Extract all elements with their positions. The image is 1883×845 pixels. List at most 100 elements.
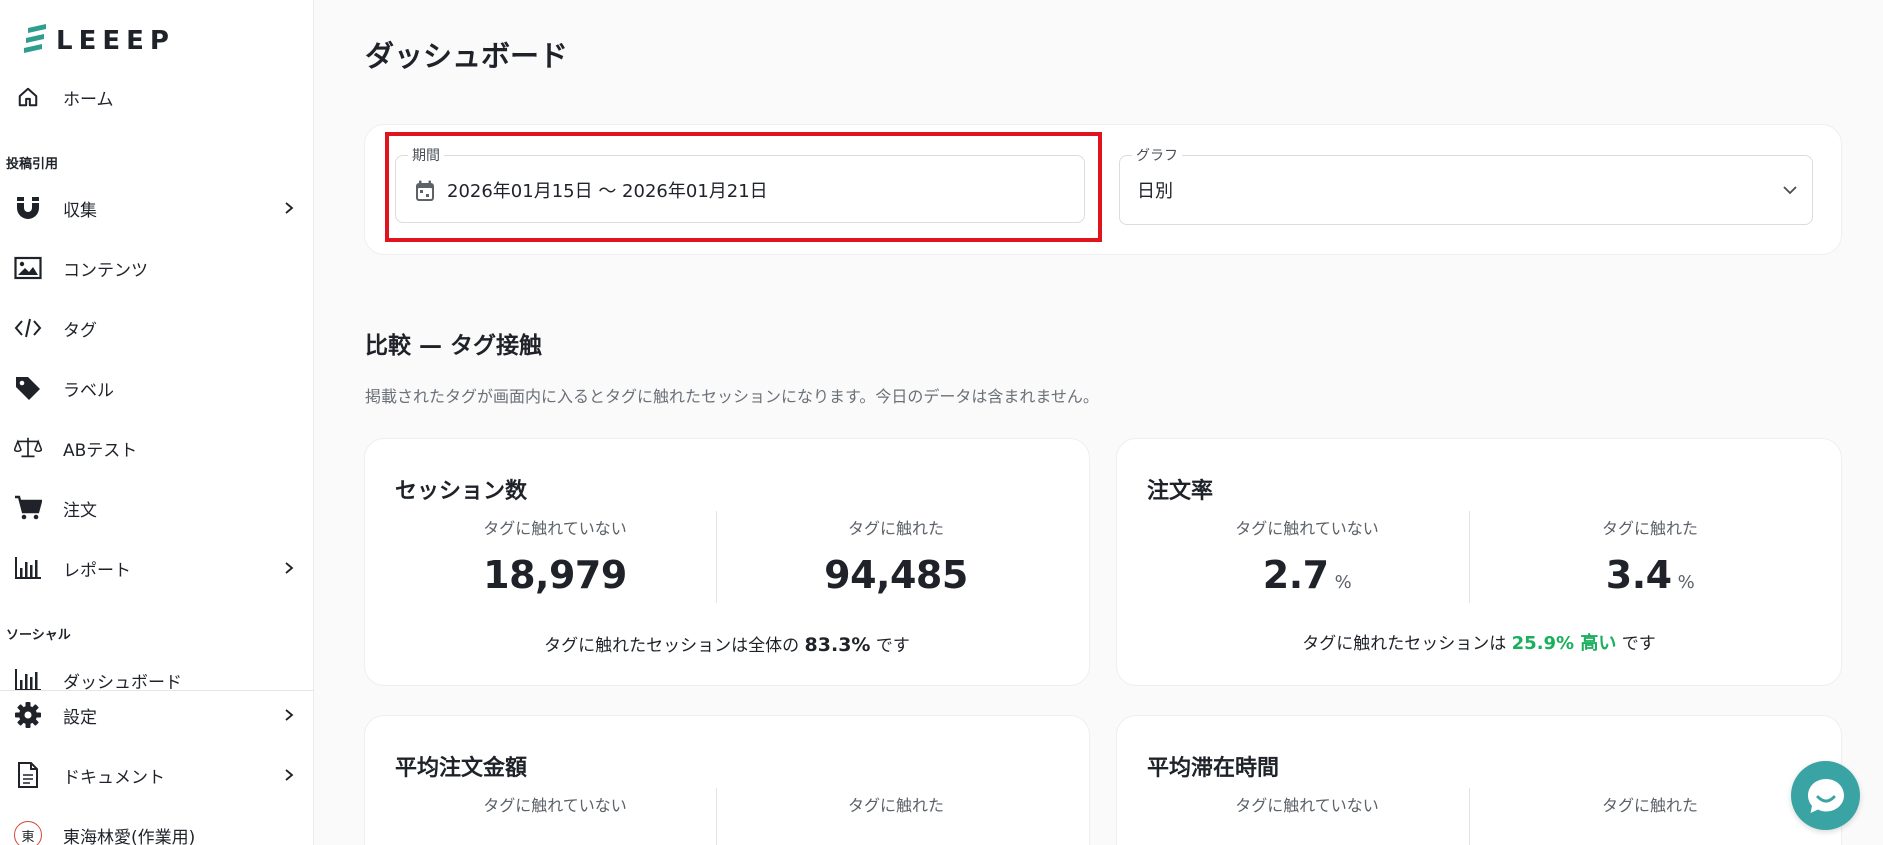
stat-value-wrap: 2.7%: [1147, 553, 1467, 597]
col-touched: タグに触れた 94,485: [736, 515, 1056, 597]
card-title: 平均注文金額: [395, 756, 528, 781]
sidebar: LEEEP ホーム 投稿引用 収集 コンテンツ タグ ラベル ABテスト 注文 …: [0, 0, 314, 845]
stat-value: 3.4: [1605, 553, 1672, 597]
col-untouched: タグに触れていない 18,979: [395, 515, 715, 597]
sidebar-item-label: ドキュメント: [63, 767, 165, 788]
card-sessions: セッション数 タグに触れていない 18,979 タグに触れた 94,485 タグ…: [364, 438, 1090, 686]
col-untouched: タグに触れていない 2.7%: [1147, 515, 1467, 597]
bar-chart-icon: [14, 666, 42, 690]
stat-value: 94,485: [824, 553, 968, 597]
logo-mark-icon: [24, 24, 46, 53]
sidebar-item-dashboard[interactable]: ダッシュボード: [0, 656, 314, 690]
col-header: タグに触れていない: [483, 796, 627, 815]
col-header: タグに触れていない: [1235, 796, 1379, 815]
col-header: タグに触れていない: [1235, 519, 1379, 538]
image-icon: [14, 254, 42, 282]
stat-value-wrap: 3.4%: [1490, 553, 1810, 597]
col-header: タグに触れた: [1601, 796, 1698, 815]
logo[interactable]: LEEEP: [24, 22, 175, 60]
sidebar-divider: [0, 690, 314, 691]
chevron-right-icon: [285, 709, 294, 721]
stat-unit: %: [1677, 572, 1695, 593]
page-title: ダッシュボード: [365, 39, 569, 73]
graph-value: 日別: [1137, 181, 1173, 202]
stat-unit: %: [1334, 572, 1352, 593]
bar-chart-icon: [14, 554, 42, 582]
cart-icon: [14, 494, 42, 522]
sidebar-item-label: 設定: [63, 707, 97, 728]
col-header: タグに触れた: [847, 796, 944, 815]
card-avg-stay: 平均滞在時間 タグに触れていない タグに触れた: [1116, 715, 1842, 845]
card-avg-order: 平均注文金額 タグに触れていない タグに触れた: [364, 715, 1090, 845]
col-untouched: タグに触れていない: [395, 792, 715, 816]
sidebar-item-label: コンテンツ: [63, 260, 148, 281]
summary-prefix: タグに触れたセッションは全体の: [544, 636, 800, 656]
sidebar-item-label: ホーム: [63, 89, 114, 110]
card-order-rate: 注文率 タグに触れていない 2.7% タグに触れた 3.4% タグに触れたセッシ…: [1116, 438, 1842, 686]
avatar: 東: [14, 821, 42, 845]
sidebar-item-labels[interactable]: ラベル: [0, 366, 314, 410]
summary-suffix: です: [1621, 634, 1656, 654]
sidebar-item-settings[interactable]: 設定: [0, 693, 314, 737]
stat-value: 18,979: [483, 553, 627, 597]
magnet-icon: [14, 194, 42, 222]
column-divider: [1469, 788, 1470, 845]
column-divider: [716, 511, 717, 603]
summary-value: 83.3%: [804, 634, 871, 656]
tag-icon: [14, 374, 42, 402]
sidebar-item-label: レポート: [63, 560, 131, 581]
chevron-right-icon: [285, 202, 294, 214]
sidebar-item-collect[interactable]: 収集: [0, 186, 314, 230]
section-label-social: ソーシャル: [6, 628, 71, 643]
section-label-posts: 投稿引用: [6, 157, 59, 172]
col-header: タグに触れた: [1601, 519, 1698, 538]
col-untouched: タグに触れていない: [1147, 792, 1467, 816]
chevron-right-icon: [285, 769, 294, 781]
summary-value: 25.9% 高い: [1511, 633, 1617, 654]
gear-icon: [14, 701, 42, 729]
sidebar-item-label: 収集: [63, 200, 97, 221]
home-icon: [14, 83, 42, 111]
card-title: 注文率: [1147, 479, 1214, 504]
graph-select[interactable]: グラフ 日別: [1119, 145, 1813, 225]
column-divider: [716, 788, 717, 845]
card-summary: タグに触れたセッションは全体の 83.3% です: [365, 631, 1089, 656]
col-touched: タグに触れた: [736, 792, 1056, 816]
chevron-down-icon: [1783, 186, 1797, 195]
sidebar-item-label: タグ: [63, 320, 97, 341]
chat-icon: [1807, 778, 1844, 813]
document-icon: [14, 761, 42, 789]
column-divider: [1469, 511, 1470, 603]
summary-prefix: タグに触れたセッションは: [1302, 634, 1507, 654]
summary-suffix: です: [875, 636, 910, 656]
sidebar-item-user[interactable]: 東 東海林愛(作業用): [0, 813, 314, 845]
sidebar-item-orders[interactable]: 注文: [0, 486, 314, 530]
sidebar-item-label: ダッシュボード: [63, 673, 182, 690]
stat-value: 2.7: [1262, 553, 1329, 597]
sidebar-item-tags[interactable]: タグ: [0, 306, 314, 350]
user-name: 東海林愛(作業用): [63, 828, 196, 845]
col-header: タグに触れた: [847, 519, 944, 538]
sidebar-item-home[interactable]: ホーム: [0, 75, 314, 119]
section-description: 掲載されたタグが画面内に入るとタグに触れたセッションになります。今日のデータは含…: [365, 387, 1099, 406]
sidebar-item-label: ラベル: [63, 380, 114, 401]
sidebar-item-reports[interactable]: レポート: [0, 546, 314, 590]
scale-icon: [14, 434, 42, 462]
sidebar-item-label: 注文: [63, 500, 97, 521]
graph-label: グラフ: [1132, 145, 1182, 165]
chat-button[interactable]: [1791, 761, 1860, 830]
chevron-right-icon: [285, 562, 294, 574]
card-title: セッション数: [395, 479, 528, 504]
card-summary: タグに触れたセッションは 25.9% 高い です: [1117, 629, 1841, 655]
section-title: 比較 — タグ接触: [365, 333, 543, 359]
code-icon: [14, 314, 42, 342]
sidebar-item-contents[interactable]: コンテンツ: [0, 246, 314, 290]
col-header: タグに触れていない: [483, 519, 627, 538]
col-touched: タグに触れた 3.4%: [1490, 515, 1810, 597]
card-title: 平均滞在時間: [1147, 756, 1280, 781]
sidebar-item-abtest[interactable]: ABテスト: [0, 426, 314, 470]
logo-text: LEEEP: [56, 26, 175, 56]
col-touched: タグに触れた: [1490, 792, 1810, 816]
sidebar-item-documents[interactable]: ドキュメント: [0, 753, 314, 797]
highlight-annotation: [385, 132, 1102, 242]
